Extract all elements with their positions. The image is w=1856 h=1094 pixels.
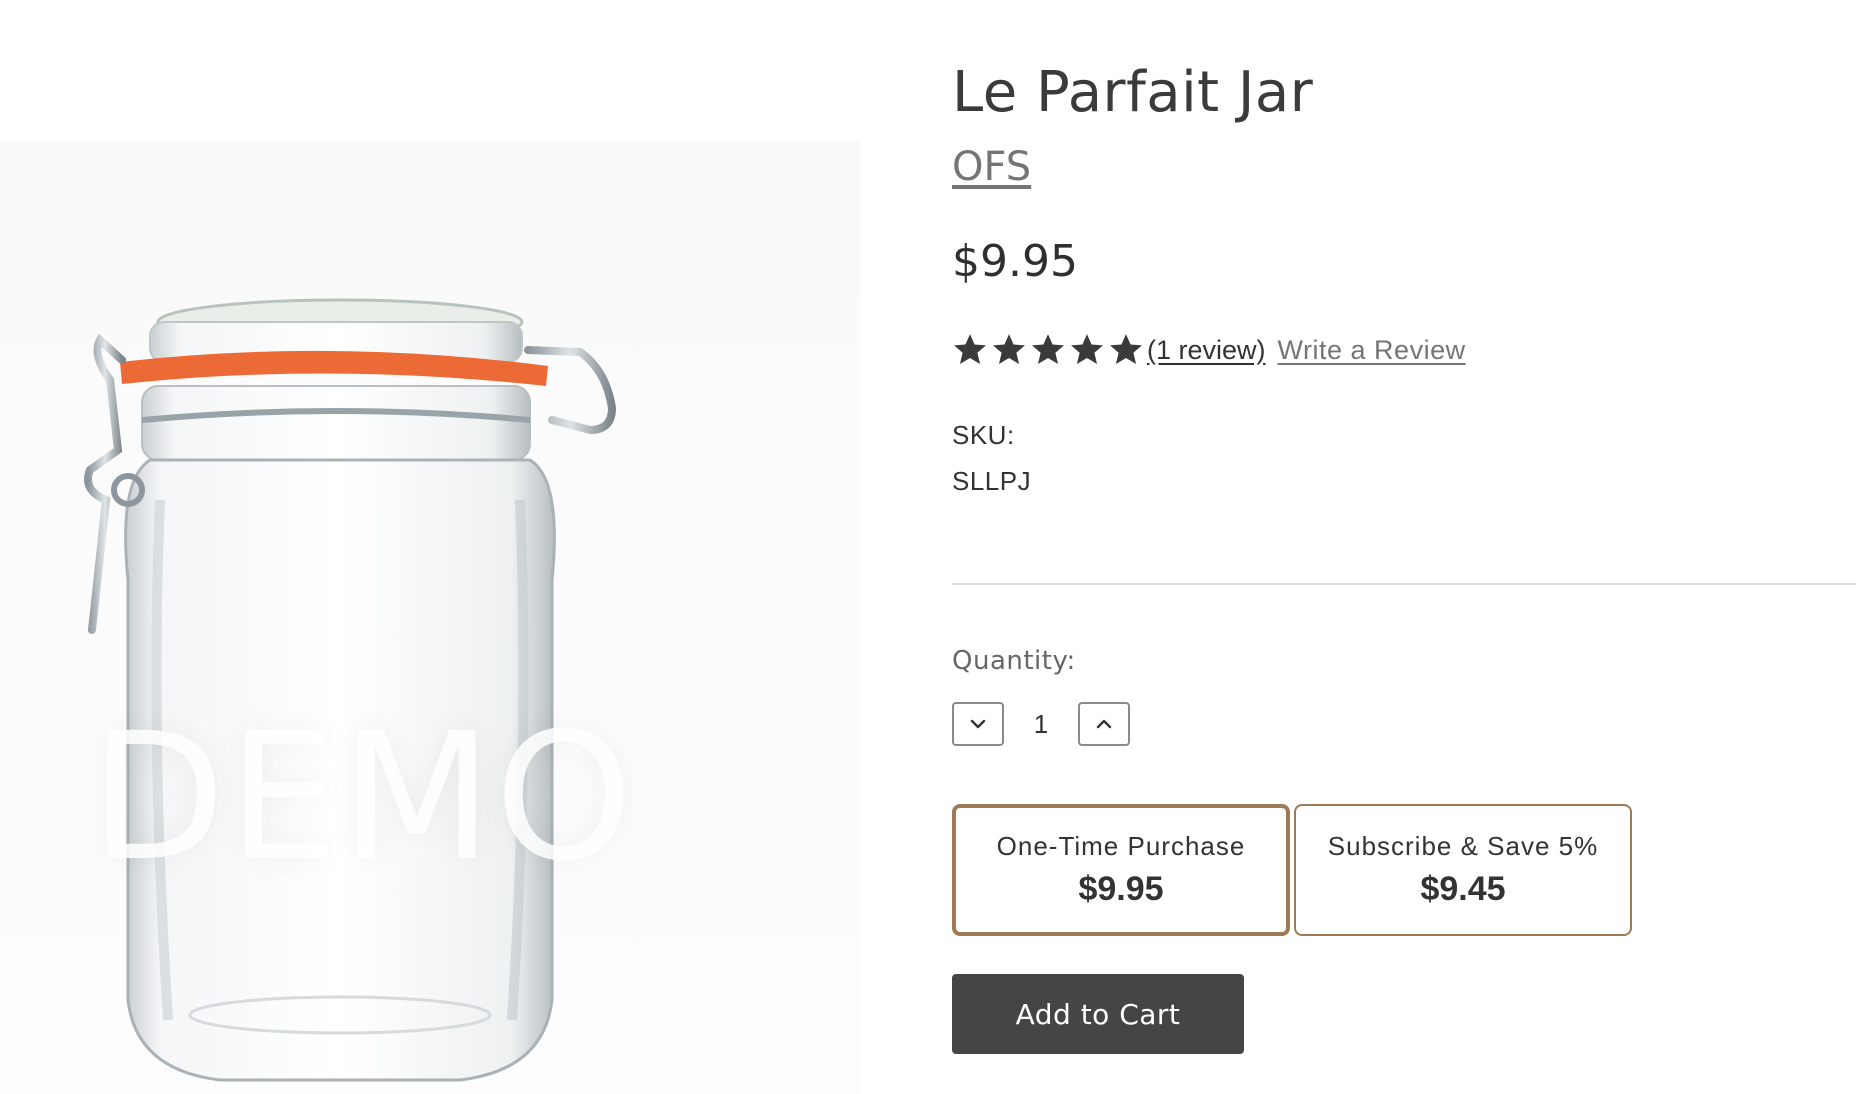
sku-value: SLLPJ (952, 466, 1032, 496)
quantity-increment-button[interactable] (1078, 702, 1130, 746)
star-icon (1071, 334, 1103, 365)
purchase-options: One-Time Purchase $9.95 Subscribe & Save… (952, 804, 1632, 936)
product-page: DEMO Le Parfait Jar OFS $9.95 (1 review)… (0, 0, 1856, 1094)
rating-row: (1 review) Write a Review (952, 333, 1466, 367)
sku-label: SKU: (952, 420, 1015, 450)
demo-watermark: DEMO (90, 695, 636, 900)
subscribe-save-option[interactable]: Subscribe & Save 5% $9.45 (1294, 804, 1632, 936)
product-price: $9.95 (952, 236, 1078, 287)
quantity-stepper: 1 (952, 702, 1130, 746)
review-count-link[interactable]: (1 review) (1147, 335, 1266, 366)
option-price: $9.45 (1420, 870, 1506, 908)
brand-link[interactable]: OFS (952, 144, 1031, 190)
product-title: Le Parfait Jar (952, 60, 1314, 125)
star-rating (952, 333, 1144, 367)
product-image[interactable]: DEMO (0, 140, 860, 1094)
quantity-decrement-button[interactable] (952, 702, 1004, 746)
quantity-input[interactable]: 1 (1004, 709, 1078, 740)
product-details: Le Parfait Jar OFS $9.95 (1 review) Writ… (952, 0, 1856, 1094)
jar-illustration (84, 298, 617, 1082)
star-icon (954, 334, 986, 365)
option-price: $9.95 (1078, 870, 1164, 908)
divider (952, 583, 1856, 585)
write-review-link[interactable]: Write a Review (1278, 335, 1466, 366)
option-label: Subscribe & Save 5% (1327, 831, 1599, 861)
star-icon (1032, 334, 1064, 365)
one-time-purchase-option[interactable]: One-Time Purchase $9.95 (952, 804, 1290, 936)
chevron-up-icon (1096, 719, 1112, 729)
star-icon (993, 334, 1025, 365)
add-to-cart-button[interactable]: Add to Cart (952, 974, 1244, 1054)
star-icon (1110, 334, 1142, 365)
quantity-label: Quantity: (952, 646, 1076, 676)
chevron-down-icon (970, 719, 986, 729)
option-label: One-Time Purchase (996, 831, 1246, 861)
